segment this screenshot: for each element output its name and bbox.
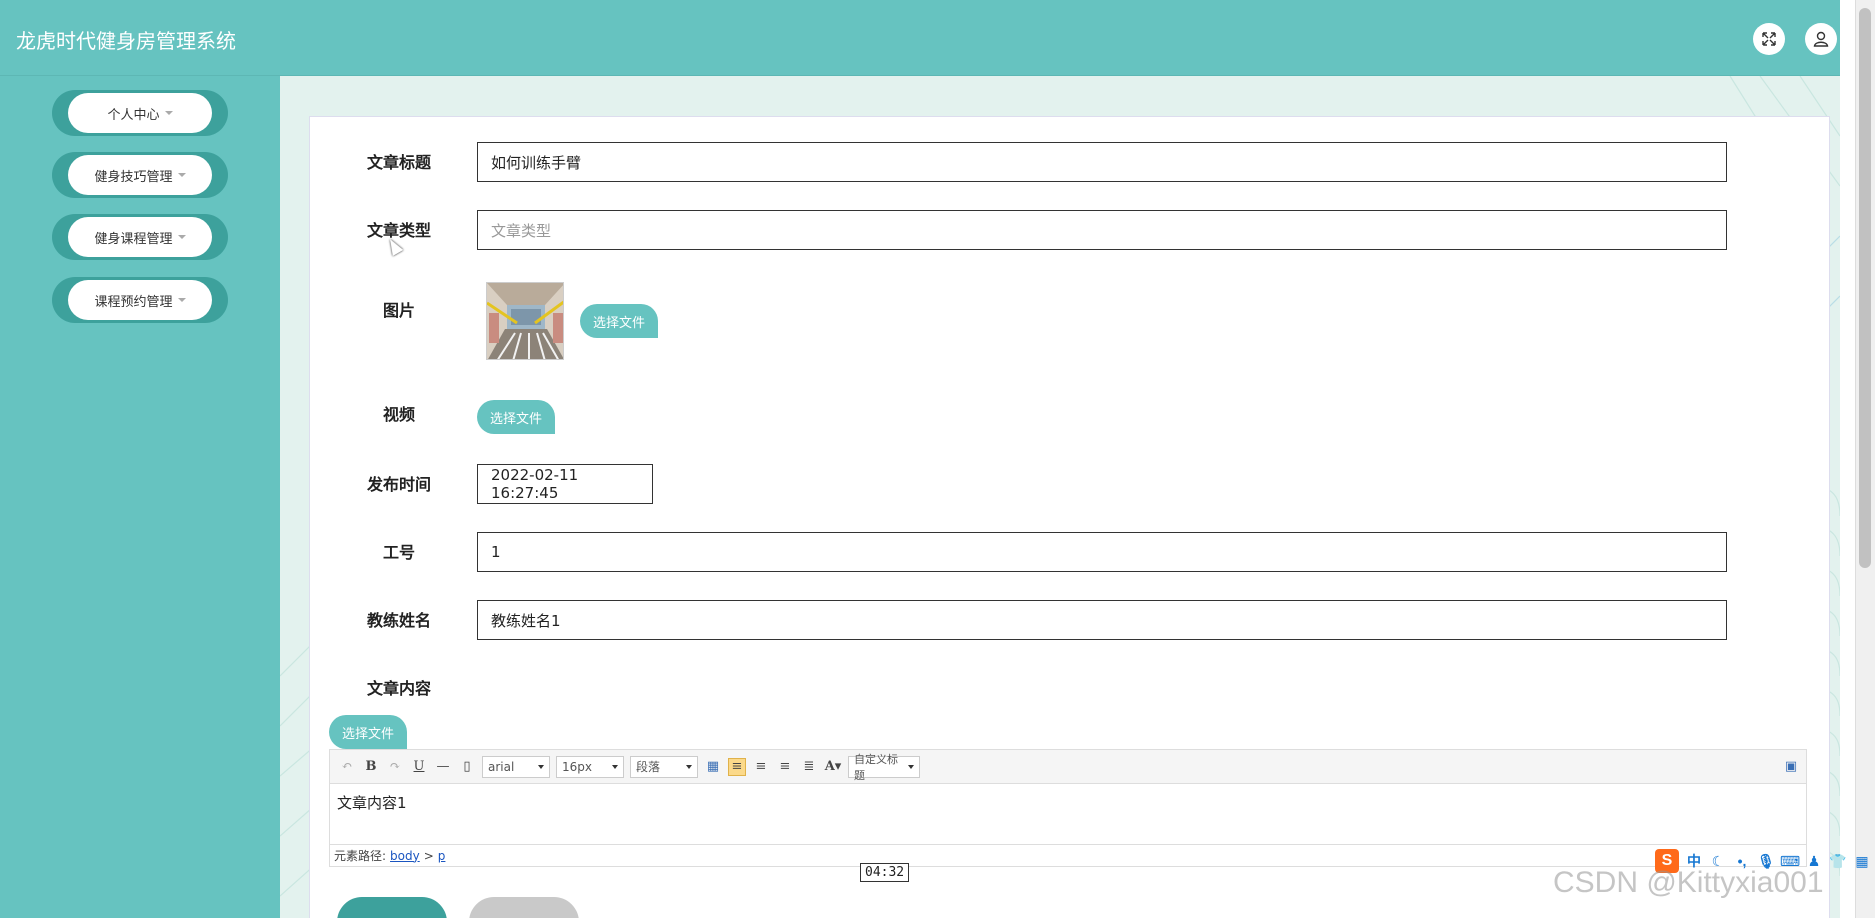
font-color-icon[interactable]: A▾ [824,758,842,776]
app-title: 龙虎时代健身房管理系统 [16,29,236,53]
cancel-button[interactable]: 取消 [469,897,579,918]
caret-down-icon [177,173,186,177]
element-path-label: 元素路径: [334,849,387,863]
editor-toolbar: ↶ B ↷ U — ▯ arial 16px 段落 ▦ ≡ ≡ ≡ ≣ A▾ 自… [330,750,1806,784]
publish-time-label: 发布时间 [366,475,431,494]
align-center-icon[interactable]: ≡ [776,758,794,776]
image-thumbnail[interactable] [486,282,564,360]
caret-down-icon [164,111,173,115]
sidebar-item-label: 课程预约管理 [94,294,173,310]
submit-button[interactable]: 提交 [337,897,447,918]
sidebar-item-course-booking[interactable]: 课程预约管理 [52,277,228,323]
underline-icon[interactable]: U [410,758,428,776]
image-label: 图片 [382,301,415,320]
title-label: 文章标题 [366,153,431,172]
main-content: 文章标题 如何训练手臂 文章类型 文章类型 图片 选择文件 视频 选择文件 发布… [280,76,1840,918]
video-choose-file-button[interactable]: 选择文件 [477,400,555,434]
type-label: 文章类型 [366,221,431,240]
element-path-bar: 元素路径: body > p [330,844,1806,866]
apps-grid-icon[interactable]: ▦ [1853,852,1871,870]
caret-down-icon [177,298,186,302]
caret-down-icon [177,235,186,239]
sidebar-item-personal-center[interactable]: 个人中心 [52,90,228,136]
title-field[interactable]: 如何训练手臂 [477,142,1727,182]
app-shell: 龙虎时代健身房管理系统 个人中心 健身技巧管理 健身课程管理 课程预约管理 文章… [0,0,1840,918]
user-icon [1813,31,1829,47]
bold-icon[interactable]: B [362,758,380,776]
coach-name-label: 教练姓名 [366,611,431,630]
gym-photo [487,283,563,359]
page-icon[interactable]: ▯ [458,758,476,776]
sidebar-item-label: 健身课程管理 [94,231,173,247]
font-size-value: 16px [562,759,592,774]
undo-icon[interactable]: ↶ [338,758,356,776]
custom-title-value: 自定义标题 [854,752,898,782]
sidebar-item-fitness-tips[interactable]: 健身技巧管理 [52,152,228,198]
path-separator: > [423,848,434,863]
font-size-select[interactable]: 16px [556,755,624,778]
watermark: CSDN @Kittyxia001 [1553,866,1824,899]
fullscreen-button[interactable] [1753,23,1785,55]
fullscreen-icon [1762,32,1776,46]
skin-icon[interactable]: 👕 [1829,852,1847,870]
user-button[interactable] [1805,23,1837,55]
rich-text-editor: ↶ B ↷ U — ▯ arial 16px 段落 ▦ ≡ ≡ ≡ ≣ A▾ 自… [329,749,1807,867]
path-p-link[interactable]: p [438,849,446,863]
fullscreen-editor-icon[interactable]: ▣ [1782,758,1800,776]
edit-form-card: 文章标题 如何训练手臂 文章类型 文章类型 图片 选择文件 视频 选择文件 发布… [309,116,1830,918]
sidebar-item-label: 个人中心 [107,107,160,123]
custom-title-select[interactable]: 自定义标题 [848,753,920,782]
image-choose-file-button[interactable]: 选择文件 [580,304,658,338]
type-field[interactable]: 文章类型 [477,210,1727,250]
page-scrollbar[interactable] [1855,0,1875,918]
editor-content[interactable]: 文章内容1 [330,784,1806,844]
redo-icon[interactable]: ↷ [386,758,404,776]
align-right-icon[interactable]: ≡ [752,758,770,776]
font-family-value: arial [488,759,515,774]
content-choose-file-button[interactable]: 选择文件 [329,715,407,749]
job-number-label: 工号 [382,543,415,562]
path-body-link[interactable]: body [390,849,420,863]
paragraph-value: 段落 [636,760,661,774]
sidebar-item-label: 健身技巧管理 [94,169,173,185]
sidebar-item-fitness-courses[interactable]: 健身课程管理 [52,214,228,260]
sidebar: 个人中心 健身技巧管理 健身课程管理 课程预约管理 [0,76,280,918]
align-justify-icon[interactable]: ≣ [800,758,818,776]
font-family-select[interactable]: arial [482,755,550,778]
time-tooltip: 04:32 [860,863,910,882]
coach-name-field[interactable]: 教练姓名1 [477,600,1727,640]
horizontal-rule-icon[interactable]: — [434,758,452,776]
table-icon[interactable]: ▦ [704,758,722,776]
content-label: 文章内容 [366,679,431,698]
publish-time-field[interactable]: 2022-02-11 16:27:45 [477,464,653,504]
scrollbar-thumb[interactable] [1859,8,1871,568]
job-number-field[interactable]: 1 [477,532,1727,572]
paragraph-select[interactable]: 段落 [630,755,698,778]
video-label: 视频 [382,405,415,424]
align-left-icon[interactable]: ≡ [728,757,746,776]
top-header: 龙虎时代健身房管理系统 [0,5,1840,76]
